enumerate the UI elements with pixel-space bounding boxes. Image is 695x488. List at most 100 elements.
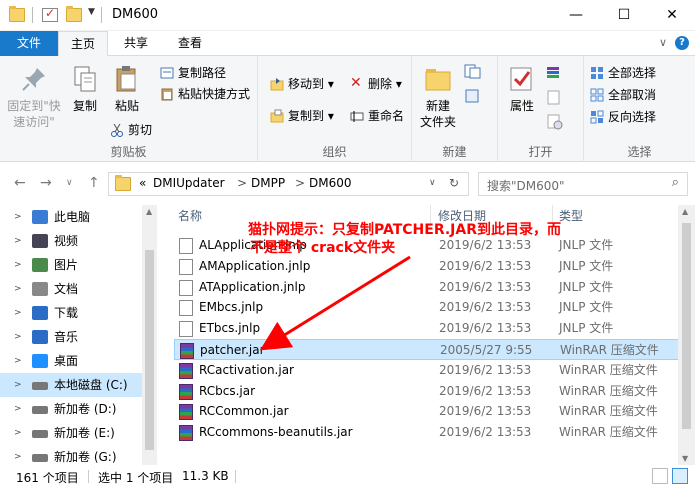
copy-button[interactable]: 复制 (66, 64, 104, 114)
properties-quick-icon[interactable] (42, 6, 58, 22)
collapse-ribbon-icon[interactable]: ∨ (659, 36, 667, 49)
column-header-type[interactable]: 类型 (559, 205, 583, 227)
customize-toolbar-icon[interactable]: ▼ (88, 7, 95, 17)
address-overflow[interactable]: « (139, 176, 146, 190)
search-icon[interactable]: ⌕ (672, 175, 679, 190)
close-button[interactable]: ✕ (649, 0, 695, 31)
scroll-down-icon[interactable]: ▼ (682, 454, 688, 463)
new-folder-icon (425, 69, 451, 91)
invert-selection-button[interactable]: 反向选择 (588, 107, 656, 127)
history-icon[interactable] (546, 114, 566, 130)
address-bar[interactable]: « DMIUpdater > DMPP > DM600 ∨ ↻ (108, 172, 469, 196)
file-row[interactable]: patcher.jar 2005/5/27 9:55 WinRAR 压缩文件 (174, 339, 679, 360)
move-to-icon (270, 78, 284, 91)
computer-icon (32, 210, 48, 224)
open-icon[interactable] (546, 66, 566, 82)
large-icons-view-icon[interactable] (672, 468, 688, 484)
copy-to-button[interactable]: 复制到 ▾ (268, 106, 334, 126)
file-type: JNLP 文件 (559, 321, 614, 336)
forward-arrow-icon[interactable]: → (40, 175, 52, 191)
nav-scroll-thumb[interactable] (145, 250, 154, 450)
new-item-icon[interactable] (464, 64, 484, 80)
nav-scrollbar[interactable]: ▲ (142, 205, 157, 465)
expand-chevron-icon[interactable]: > (14, 277, 22, 301)
scroll-up-icon[interactable]: ▲ (146, 207, 152, 216)
move-to-button[interactable]: 移动到 ▾ (268, 74, 334, 94)
drive-icon (32, 382, 48, 390)
search-input[interactable]: 搜索"DM600" (487, 177, 565, 194)
expand-chevron-icon[interactable]: > (14, 421, 22, 445)
expand-chevron-icon[interactable]: > (14, 301, 22, 325)
file-scrollbar[interactable]: ▲ ▼ (678, 205, 695, 465)
up-arrow-icon[interactable]: ↑ (88, 175, 100, 191)
download-icon (32, 306, 48, 320)
breadcrumb-dmiupdater[interactable]: DMIUpdater (153, 176, 225, 190)
new-folder-button[interactable]: 新建 文件夹 (418, 64, 458, 130)
back-arrow-icon[interactable]: ← (14, 175, 26, 191)
details-view-icon[interactable] (652, 468, 668, 484)
properties-button[interactable]: 属性 (504, 64, 540, 114)
window-title: DM600 (112, 7, 159, 22)
expand-chevron-icon[interactable]: > (14, 325, 22, 349)
copy-icon (74, 66, 96, 92)
file-name: RCcommons-beanutils.jar (199, 425, 353, 440)
file-scroll-thumb[interactable] (682, 223, 691, 429)
nav-item[interactable]: > 图片 (0, 253, 142, 277)
paste-shortcut-button[interactable]: 粘贴快捷方式 (158, 84, 250, 104)
nav-item[interactable]: > 新加卷 (E:) (0, 421, 142, 445)
maximize-button[interactable]: ☐ (601, 0, 647, 31)
tab-file[interactable]: 文件 (0, 31, 58, 56)
file-row[interactable]: EMbcs.jnlp 2019/6/2 13:53 JNLP 文件 (174, 297, 679, 318)
file-row[interactable]: RCactivation.jar 2019/6/2 13:53 WinRAR 压缩文… (174, 360, 679, 381)
file-date: 2019/6/2 13:53 (439, 425, 532, 440)
tab-view[interactable]: 查看 (164, 31, 216, 56)
nav-item[interactable]: > 此电脑 (0, 205, 142, 229)
tab-share[interactable]: 共享 (108, 31, 164, 56)
expand-chevron-icon[interactable]: > (14, 253, 22, 277)
paste-button[interactable]: 粘贴 (108, 64, 146, 114)
nav-item[interactable]: > 本地磁盘 (C:) (0, 373, 142, 397)
recent-locations-icon[interactable]: ∨ (66, 178, 73, 188)
pin-quick-access-button[interactable]: 固定到"快速访问" (4, 64, 64, 130)
file-row[interactable]: RCcommons-beanutils.jar 2019/6/2 13:53 Win… (174, 422, 679, 443)
help-icon[interactable]: ? (675, 36, 689, 50)
delete-button[interactable]: ✕ 删除 ▾ (348, 74, 402, 94)
scroll-up-icon[interactable]: ▲ (682, 207, 688, 216)
expand-chevron-icon[interactable]: > (14, 397, 22, 421)
pin-icon (22, 68, 45, 91)
select-none-button[interactable]: 全部取消 (588, 85, 656, 105)
file-row[interactable]: RCbcs.jar 2019/6/2 13:53 WinRAR 压缩文件 (174, 381, 679, 402)
nav-item[interactable]: > 音乐 (0, 325, 142, 349)
tab-home[interactable]: 主页 (58, 31, 108, 57)
nav-item[interactable]: > 新加卷 (D:) (0, 397, 142, 421)
refresh-icon[interactable]: ↻ (449, 176, 459, 190)
file-row[interactable]: ATApplication.jnlp 2019/6/2 13:53 JNLP 文件 (174, 277, 679, 298)
rename-button[interactable]: 重命名 (348, 106, 404, 126)
column-header-name[interactable]: 名称 (178, 205, 202, 227)
edit-icon[interactable] (546, 90, 566, 106)
expand-chevron-icon[interactable]: > (14, 205, 22, 229)
file-row[interactable]: ETbcs.jnlp 2019/6/2 13:53 JNLP 文件 (174, 318, 679, 339)
expand-chevron-icon[interactable]: > (14, 349, 22, 373)
nav-item[interactable]: > 下载 (0, 301, 142, 325)
winrar-archive-icon (179, 362, 193, 379)
expand-chevron-icon[interactable]: > (14, 229, 22, 253)
breadcrumb-dm600[interactable]: DM600 (309, 176, 352, 190)
file-row[interactable]: AMApplication.jnlp 2019/6/2 13:53 JNLP 文件 (174, 256, 679, 277)
nav-item[interactable]: > 视频 (0, 229, 142, 253)
new-folder-quick-icon[interactable] (66, 6, 82, 22)
new-folder-label: 新建 文件夹 (419, 99, 456, 129)
search-box[interactable]: 搜索"DM600" ⌕ (478, 172, 688, 196)
nav-item[interactable]: > 文档 (0, 277, 142, 301)
file-name: patcher.jar (200, 343, 265, 357)
copy-path-button[interactable]: 复制路径 (158, 63, 226, 83)
breadcrumb-dmpp[interactable]: DMPP (251, 176, 285, 190)
cut-button[interactable]: 剪切 (108, 120, 152, 140)
file-row[interactable]: RCCommon.jar 2019/6/2 13:53 WinRAR 压缩文件 (174, 401, 679, 422)
expand-chevron-icon[interactable]: > (14, 373, 22, 397)
minimize-button[interactable]: — (553, 0, 599, 31)
address-dropdown-icon[interactable]: ∨ (429, 178, 436, 188)
easy-access-icon[interactable] (464, 88, 484, 104)
nav-item[interactable]: > 桌面 (0, 349, 142, 373)
select-all-button[interactable]: 全部选择 (588, 63, 656, 83)
